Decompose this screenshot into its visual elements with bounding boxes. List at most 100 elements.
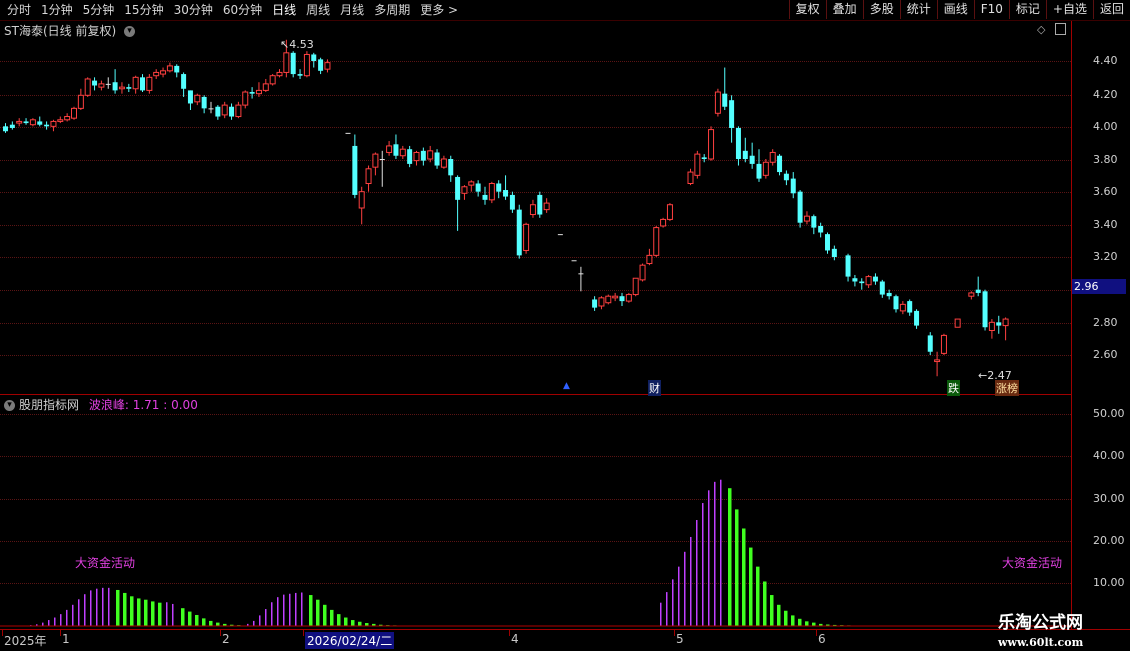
candle-body — [832, 249, 837, 257]
candle-body — [24, 121, 29, 123]
candle-body — [304, 54, 309, 75]
candle-body — [791, 179, 796, 194]
candle-body — [407, 149, 412, 164]
candle-body — [44, 125, 49, 127]
candle-body — [113, 82, 118, 90]
candle-body — [78, 95, 83, 108]
candle-body — [496, 184, 501, 192]
candle-body — [483, 195, 488, 200]
tool-button-8[interactable]: 返回 — [1093, 0, 1130, 19]
candle-body — [441, 159, 446, 167]
candle-body — [941, 335, 946, 353]
indicator-bar — [172, 604, 174, 626]
candle-body — [277, 72, 282, 75]
indicator-bar — [60, 614, 62, 626]
candle-body — [72, 108, 77, 118]
candle-body — [58, 120, 63, 122]
candle-body — [784, 174, 789, 181]
candle-body — [955, 319, 960, 327]
candle-body — [126, 87, 131, 89]
candle-body — [517, 210, 522, 256]
watermark-title: 乐淘公式网 — [998, 608, 1083, 633]
rank-marker[interactable]: 涨榜 — [995, 380, 1019, 396]
event-arrow-icon[interactable]: ▲ — [563, 381, 570, 391]
indicator-bar — [777, 605, 781, 626]
candle-body — [284, 53, 289, 73]
candle-body — [181, 74, 186, 89]
date-label: 5 — [676, 632, 684, 646]
candle-body — [352, 146, 357, 195]
indicator-bar — [309, 595, 313, 626]
indicator-bar — [289, 594, 291, 626]
candle-body — [3, 126, 8, 131]
candle-body — [229, 107, 234, 117]
candle-body — [661, 219, 666, 226]
indicator-bar — [209, 621, 213, 626]
indicator-bar — [216, 623, 220, 626]
indicator-tick: 10.00 — [1093, 576, 1125, 589]
indicator-bar — [130, 596, 134, 626]
candle-body — [989, 322, 994, 330]
candle-body — [256, 90, 261, 93]
date-tick — [220, 630, 221, 636]
candle-body — [715, 92, 720, 113]
indicator-bar — [791, 615, 795, 626]
date-tick — [303, 630, 304, 636]
price-tick: 4.40 — [1093, 54, 1118, 67]
indicator-bar — [805, 621, 809, 626]
candle-body — [387, 146, 392, 153]
candle-body — [620, 296, 625, 301]
candle-body — [914, 311, 919, 326]
date-axis: 2025年122026/02/24/二456 — [0, 629, 1130, 651]
indicator-tick: 30.00 — [1093, 492, 1125, 505]
indicator-tick: 20.00 — [1093, 534, 1125, 547]
indicator-bar — [770, 595, 774, 626]
indicator-bar — [798, 619, 802, 626]
date-label: 1 — [62, 632, 70, 646]
price-tick: 3.60 — [1093, 185, 1118, 198]
candle-body — [866, 277, 871, 285]
indicator-bar — [72, 605, 74, 626]
price-tick: 3.80 — [1093, 153, 1118, 166]
candle-body — [928, 335, 933, 351]
candle-body — [722, 94, 727, 107]
candle-body — [606, 296, 611, 303]
candle-body — [503, 190, 508, 197]
candle-body — [626, 295, 631, 302]
candle-body — [209, 108, 214, 109]
candle-body — [133, 77, 138, 88]
kline-chart[interactable] — [0, 0, 1071, 629]
watermark: 乐淘公式网 www.60lt.com — [998, 608, 1083, 649]
indicator-bar — [316, 600, 320, 626]
indicator-bar — [728, 488, 732, 626]
candle-body — [510, 195, 515, 210]
candle-body — [421, 151, 426, 161]
indicator-bar — [90, 590, 92, 626]
candle-body — [455, 177, 460, 200]
candle-body — [859, 282, 864, 284]
indicator-bar — [763, 581, 767, 626]
indicator-bar — [66, 610, 68, 626]
indicator-bar — [123, 593, 127, 626]
candle-body — [17, 121, 22, 123]
indicator-bar — [102, 588, 104, 626]
candle-body — [37, 121, 42, 124]
finance-marker[interactable]: 财 — [648, 380, 661, 396]
candle-body — [435, 152, 440, 165]
candle-body — [798, 192, 803, 223]
candle-body — [887, 293, 892, 296]
candle-body — [804, 216, 809, 221]
indicator-bar — [672, 579, 674, 626]
candle-body — [695, 154, 700, 175]
price-tick: 2.80 — [1093, 316, 1118, 329]
candle-body — [599, 298, 604, 306]
candle-body — [359, 192, 364, 208]
drop-marker[interactable]: 跌 — [947, 380, 960, 396]
indicator-bar — [351, 620, 355, 626]
indicator-bar — [195, 615, 199, 626]
candle-body — [572, 260, 577, 261]
candle-body — [757, 164, 762, 179]
indicator-bar — [265, 609, 267, 626]
indicator-bar — [749, 548, 753, 626]
candle-body — [852, 278, 857, 281]
